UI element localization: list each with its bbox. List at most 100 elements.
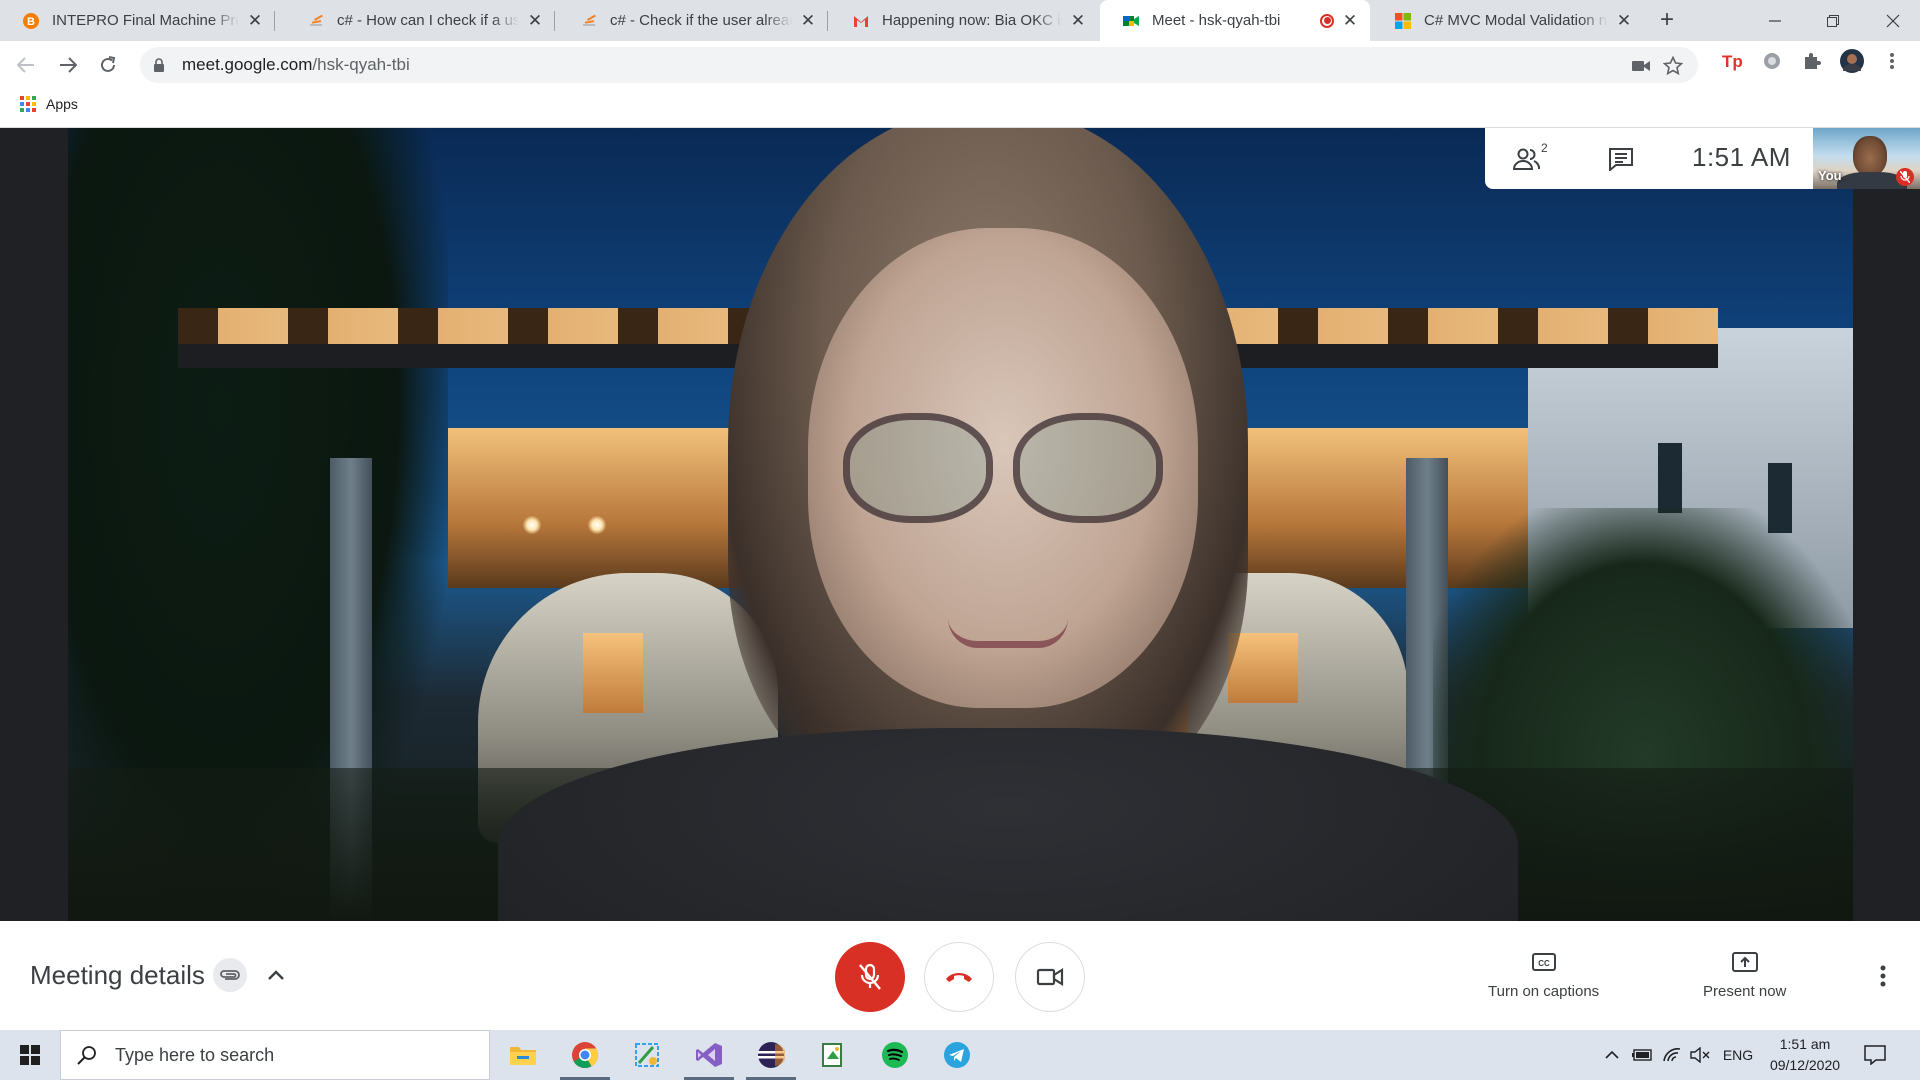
tab-title: c# - How can I check if a user bbox=[337, 12, 519, 29]
forward-button[interactable] bbox=[52, 49, 84, 81]
apps-grid-icon bbox=[20, 96, 36, 112]
tab-title: INTEPRO Final Machine Proje bbox=[52, 12, 239, 29]
chat-icon[interactable] bbox=[1605, 144, 1637, 174]
browser-tab[interactable]: Happening now: Bia OKC is i ✕ bbox=[830, 0, 1098, 41]
visual-studio-icon[interactable] bbox=[680, 1030, 738, 1080]
microphone-toggle-button[interactable] bbox=[835, 942, 905, 1012]
trailer-window bbox=[1228, 633, 1298, 703]
meeting-details-label: Meeting details bbox=[30, 959, 205, 990]
tab-separator bbox=[554, 11, 555, 31]
puzzle-extensions-icon[interactable] bbox=[1800, 49, 1824, 73]
camera-in-use-icon[interactable] bbox=[1630, 55, 1652, 77]
captions-button[interactable]: CC Turn on captions bbox=[1488, 949, 1599, 1000]
tray-overflow-chevron-icon[interactable] bbox=[1600, 1030, 1624, 1080]
taskbar-search-box[interactable]: Type here to search bbox=[60, 1030, 490, 1080]
participant-video[interactable] bbox=[68, 128, 1853, 921]
notepad-icon[interactable] bbox=[804, 1030, 862, 1080]
more-options-button[interactable] bbox=[1868, 961, 1898, 991]
trailer-window bbox=[583, 633, 643, 713]
browser-tab[interactable]: c# - Check if the user already ✕ bbox=[558, 0, 828, 41]
browser-tab[interactable]: B INTEPRO Final Machine Proje ✕ bbox=[0, 0, 275, 41]
self-view-tile[interactable]: You bbox=[1813, 128, 1920, 189]
svg-text:Tp: Tp bbox=[1722, 52, 1743, 71]
tp-extension-icon[interactable]: Tp bbox=[1720, 49, 1744, 73]
stackoverflow-icon bbox=[307, 12, 325, 30]
tab-title: Happening now: Bia OKC is i bbox=[882, 12, 1062, 29]
url-text: meet.google.com/hsk-qyah-tbi bbox=[182, 55, 410, 75]
battery-icon[interactable] bbox=[1630, 1030, 1654, 1080]
back-button[interactable] bbox=[10, 49, 42, 81]
system-time: 1:51 am bbox=[1779, 1036, 1831, 1052]
minimize-window-button[interactable] bbox=[1752, 0, 1798, 41]
glasses-lens bbox=[843, 413, 993, 523]
svg-text:CC: CC bbox=[1538, 959, 1550, 968]
browser-tab-strip: B INTEPRO Final Machine Proje ✕ c# - How… bbox=[0, 0, 1920, 41]
browser-toolbar: meet.google.com/hsk-qyah-tbi Tp bbox=[0, 41, 1920, 88]
house-window bbox=[1658, 443, 1682, 513]
close-tab-icon[interactable]: ✕ bbox=[1614, 11, 1634, 31]
close-tab-icon[interactable]: ✕ bbox=[1340, 11, 1360, 31]
browser-tab[interactable]: c# - How can I check if a user ✕ bbox=[285, 0, 555, 41]
url-path: /hsk-qyah-tbi bbox=[312, 55, 410, 74]
meeting-info-bar: 2 1:51 AM bbox=[1485, 128, 1813, 189]
present-screen-icon bbox=[1731, 949, 1758, 975]
system-clock[interactable]: 1:51 am 09/12/2020 bbox=[1760, 1034, 1850, 1076]
svg-text:B: B bbox=[27, 16, 35, 28]
light-bulb bbox=[588, 516, 606, 534]
participant-body bbox=[498, 728, 1518, 921]
snip-icon[interactable] bbox=[618, 1030, 676, 1080]
more-vert-icon bbox=[1880, 965, 1886, 987]
attachment-icon bbox=[212, 958, 247, 992]
tab-separator bbox=[827, 11, 828, 31]
eclipse-icon[interactable] bbox=[742, 1030, 800, 1080]
search-placeholder: Type here to search bbox=[115, 1044, 275, 1065]
browser-tab[interactable]: C# MVC Modal Validation no ✕ bbox=[1372, 0, 1644, 41]
apps-label: Apps bbox=[46, 96, 78, 112]
close-window-button[interactable] bbox=[1870, 0, 1916, 41]
input-language[interactable]: ENG bbox=[1718, 1030, 1758, 1080]
meeting-details-button[interactable]: Meeting details bbox=[30, 958, 291, 992]
profile-avatar[interactable] bbox=[1840, 49, 1864, 73]
present-now-label: Present now bbox=[1703, 983, 1787, 1000]
start-button[interactable] bbox=[0, 1030, 60, 1080]
self-view-label: You bbox=[1818, 168, 1842, 183]
close-tab-icon[interactable]: ✕ bbox=[245, 11, 265, 31]
spotify-icon[interactable] bbox=[866, 1030, 924, 1080]
stackoverflow-icon bbox=[580, 12, 598, 30]
volume-muted-icon[interactable] bbox=[1688, 1030, 1712, 1080]
notification-center-icon[interactable] bbox=[1862, 1042, 1888, 1068]
new-tab-button[interactable]: + bbox=[1653, 6, 1681, 34]
hang-up-icon bbox=[946, 973, 972, 982]
close-tab-icon[interactable]: ✕ bbox=[798, 11, 818, 31]
telegram-icon[interactable] bbox=[928, 1030, 986, 1080]
bookmark-star-icon[interactable] bbox=[1662, 55, 1684, 77]
search-icon bbox=[67, 1045, 107, 1065]
file-explorer-icon[interactable] bbox=[494, 1030, 552, 1080]
video-camera-icon bbox=[1036, 968, 1064, 986]
meet-control-bar: Meeting details CC Turn on captions Pres… bbox=[0, 921, 1920, 1030]
extension-icon[interactable] bbox=[1760, 49, 1784, 73]
browser-tab-active[interactable]: Meet - hsk-qyah-tbi ✕ bbox=[1100, 0, 1370, 41]
gmail-icon bbox=[852, 12, 870, 30]
reload-button[interactable] bbox=[92, 49, 124, 81]
tab-title: C# MVC Modal Validation no bbox=[1424, 12, 1608, 29]
camera-toggle-button[interactable] bbox=[1015, 942, 1085, 1012]
self-view-head bbox=[1853, 136, 1887, 176]
leave-call-button[interactable] bbox=[924, 942, 994, 1012]
chrome-icon[interactable] bbox=[556, 1030, 614, 1080]
browser-menu-icon[interactable] bbox=[1880, 49, 1904, 73]
system-date: 09/12/2020 bbox=[1769, 1057, 1841, 1073]
captions-label: Turn on captions bbox=[1488, 983, 1600, 1000]
chevron-up-icon bbox=[261, 960, 291, 990]
close-tab-icon[interactable]: ✕ bbox=[525, 11, 545, 31]
apps-shortcut[interactable]: Apps bbox=[20, 96, 78, 112]
present-now-button[interactable]: Present now bbox=[1703, 949, 1786, 1000]
windows-taskbar: Type here to search ENG 1:51 am 09/12/20… bbox=[0, 1030, 1920, 1080]
lock-icon[interactable] bbox=[152, 58, 166, 72]
mic-off-icon bbox=[1896, 168, 1914, 186]
wifi-icon[interactable] bbox=[1660, 1030, 1684, 1080]
address-bar[interactable]: meet.google.com/hsk-qyah-tbi bbox=[140, 47, 1698, 83]
closed-captions-icon: CC bbox=[1531, 949, 1556, 975]
close-tab-icon[interactable]: ✕ bbox=[1068, 11, 1088, 31]
restore-window-button[interactable] bbox=[1810, 0, 1856, 41]
